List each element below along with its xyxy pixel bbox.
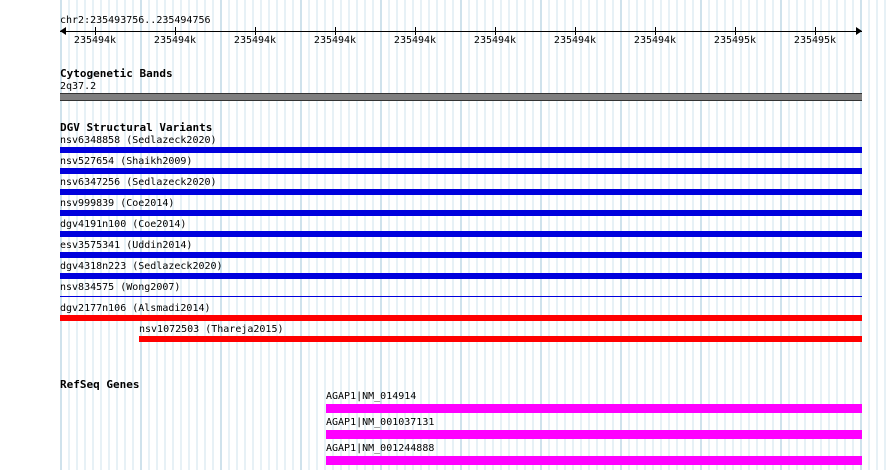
ruler-tick-label: 235494k xyxy=(393,35,437,46)
ruler-tick-label: 235494k xyxy=(153,35,197,46)
ruler-tick xyxy=(335,27,336,35)
cytoband-track-title: Cytogenetic Bands xyxy=(60,67,173,80)
dgv-feature-bar[interactable] xyxy=(60,210,862,216)
dgv-feature-bar[interactable] xyxy=(60,189,862,195)
ruler-axis xyxy=(60,31,862,32)
refseq-gene-bar[interactable] xyxy=(326,456,862,465)
ruler-tick xyxy=(575,27,576,35)
ruler-tick xyxy=(255,27,256,35)
ruler-left-arrow-icon xyxy=(60,27,66,35)
dgv-feature-label: nsv527654 (Shaikh2009) xyxy=(60,156,193,167)
ruler-tick-label: 235494k xyxy=(73,35,117,46)
dgv-feature-bar[interactable] xyxy=(60,147,862,153)
dgv-feature-bar[interactable] xyxy=(60,296,862,297)
ruler-tick-label: 235494k xyxy=(633,35,677,46)
dgv-feature-bar[interactable] xyxy=(60,231,862,237)
ruler-tick xyxy=(815,27,816,35)
ruler-tick xyxy=(655,27,656,35)
dgv-feature-bar[interactable] xyxy=(60,273,862,279)
ruler-tick xyxy=(175,27,176,35)
dgv-feature-bar[interactable] xyxy=(60,168,862,174)
dgv-feature-label: nsv999839 (Coe2014) xyxy=(60,198,175,209)
ruler-tick xyxy=(495,27,496,35)
dgv-feature-label: dgv4191n100 (Coe2014) xyxy=(60,219,187,230)
refseq-gene-label: AGAP1|NM_014914 xyxy=(326,391,417,402)
ruler-tick-label: 235494k xyxy=(553,35,597,46)
refseq-gene-label: AGAP1|NM_001244888 xyxy=(326,443,435,454)
dgv-feature-label: nsv834575 (Wong2007) xyxy=(60,282,181,293)
dgv-feature-label: dgv4318n223 (Sedlazeck2020) xyxy=(60,261,223,272)
refseq-track-title: RefSeq Genes xyxy=(60,378,140,391)
ruler-tick-label: 235494k xyxy=(473,35,517,46)
cytoband-bar[interactable] xyxy=(60,93,862,101)
ruler-location-label: chr2:235493756..235494756 xyxy=(60,15,211,26)
ruler-tick xyxy=(735,27,736,35)
dgv-feature-label: dgv2177n106 (Alsmadi2014) xyxy=(60,303,211,314)
ruler-tick xyxy=(95,27,96,35)
dgv-feature-label: nsv6348858 (Sedlazeck2020) xyxy=(60,135,217,146)
dgv-feature-bar[interactable] xyxy=(60,315,862,321)
dgv-feature-label: nsv1072503 (Thareja2015) xyxy=(139,324,284,335)
ruler-tick-label: 235494k xyxy=(233,35,277,46)
dgv-feature-label: nsv6347256 (Sedlazeck2020) xyxy=(60,177,217,188)
dgv-feature-bar[interactable] xyxy=(139,336,862,342)
refseq-gene-bar[interactable] xyxy=(326,404,862,413)
ruler-tick xyxy=(415,27,416,35)
ruler-right-arrow-icon xyxy=(856,27,862,35)
ruler-tick-label: 235494k xyxy=(313,35,357,46)
dgv-feature-label: esv3575341 (Uddin2014) xyxy=(60,240,193,251)
dgv-feature-bar[interactable] xyxy=(60,252,862,258)
refseq-gene-label: AGAP1|NM_001037131 xyxy=(326,417,435,428)
ruler-tick-label: 235495k xyxy=(793,35,837,46)
cytoband-label: 2q37.2 xyxy=(60,81,97,92)
refseq-gene-bar[interactable] xyxy=(326,430,862,439)
dgv-track-title: DGV Structural Variants xyxy=(60,121,213,134)
ruler-tick-label: 235495k xyxy=(713,35,757,46)
